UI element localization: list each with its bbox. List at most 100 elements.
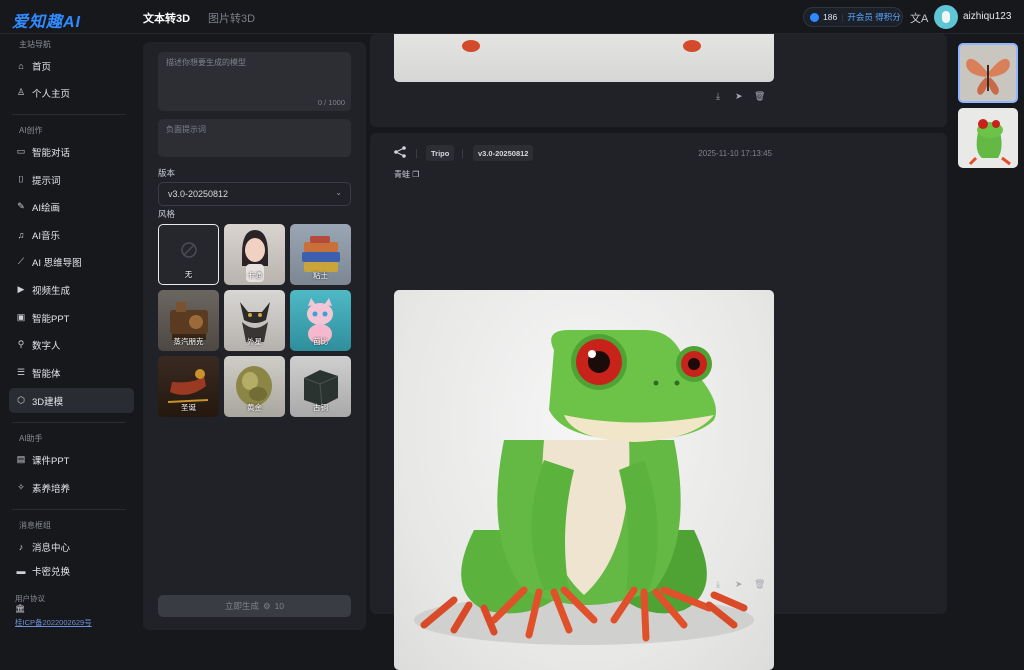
sidebar-item-video[interactable]: ▶ 视频生成	[9, 277, 134, 302]
send-icon[interactable]: ➤	[735, 91, 743, 102]
vip-link[interactable]: 开会员 得积分	[847, 11, 900, 23]
sidebar-item-label: 课件PPT	[32, 455, 70, 467]
style-option-none[interactable]: 无	[158, 224, 219, 285]
sidebar-item-mindmap[interactable]: ⟋ AI 思维导图	[9, 249, 134, 274]
style-option-cartoon[interactable]: 卡通	[224, 224, 285, 285]
sidebar-item-3d-modeling[interactable]: ⬡ 3D建模	[9, 388, 134, 413]
copy-icon[interactable]: ❐	[412, 170, 419, 179]
section-title-messages: 消息框组	[19, 521, 51, 530]
sparkle-icon: ✧	[17, 482, 25, 492]
generate-button[interactable]: 立即生成 ⚙ 10	[158, 595, 351, 617]
style-option-alien[interactable]: 外星	[224, 290, 285, 351]
char-counter: 0 / 1000	[317, 98, 345, 107]
home-icon: ⌂	[18, 60, 24, 71]
avatar[interactable]	[934, 5, 958, 29]
prompt-value: 青蛙	[394, 170, 410, 179]
style-option-bronze[interactable]: 古铜	[290, 356, 351, 417]
prompt-placeholder: 描述你想要生成的模型	[166, 58, 246, 67]
cube-icon: ⬡	[17, 395, 25, 405]
chevron-down-icon: ⌄	[335, 188, 342, 197]
trash-icon[interactable]: 🗑	[754, 579, 765, 590]
frog-feet-image	[462, 40, 701, 52]
prompt-text: 青蛙 ❐	[394, 169, 419, 180]
previous-model-image[interactable]	[394, 34, 774, 82]
section-title-main-nav: 主站导航	[19, 40, 51, 49]
divider	[12, 509, 126, 510]
sidebar-item-label: 消息中心	[32, 542, 71, 554]
person-icon: ⚲	[17, 339, 25, 349]
style-name: 古铜	[313, 403, 328, 412]
sidebar-item-profile[interactable]: ♙ 个人主页	[9, 80, 134, 105]
style-option-barbie[interactable]: 芭比	[290, 290, 351, 351]
history-thumb-butterfly[interactable]	[958, 43, 1018, 103]
sidebar-item-ppt[interactable]: ▣ 智能PPT	[9, 305, 134, 330]
frog-thumb-image	[968, 119, 1011, 166]
divider	[416, 149, 417, 158]
credits-badge[interactable]: 186 | 开会员 得积分	[803, 7, 903, 27]
sidebar-item-ai-music[interactable]: ♫ AI音乐	[9, 222, 134, 247]
sidebar-item-label: 视频生成	[32, 285, 71, 297]
sidebar-item-label: 提示词	[32, 175, 61, 187]
brand-logo[interactable]: 爱知趣AI	[12, 8, 81, 32]
style-option-clay[interactable]: 粘土	[290, 224, 351, 285]
generated-model-image[interactable]	[394, 290, 774, 670]
sidebar-item-agent[interactable]: ☰ 智能体	[9, 360, 134, 385]
user-icon: ♙	[16, 87, 26, 97]
username[interactable]: aizhiqu123	[963, 11, 1011, 22]
negative-prompt-input[interactable]: 负面提示词	[158, 119, 351, 157]
chat-icon: ▭	[16, 146, 26, 156]
police-emblem-icon: 🏛	[15, 604, 26, 613]
style-option-gold[interactable]: 黄金	[224, 356, 285, 417]
user-agreement-link[interactable]: 用户协议	[15, 593, 45, 604]
sidebar-item-chat[interactable]: ▭ 智能对话	[9, 139, 134, 164]
divider: |	[841, 12, 844, 22]
prompt-input[interactable]: 描述你想要生成的模型 0 / 1000	[158, 52, 351, 111]
negative-prompt-placeholder: 负面提示词	[166, 125, 206, 134]
divider	[462, 149, 463, 158]
courseware-icon: ▤	[16, 454, 26, 464]
style-option-steampunk[interactable]: 蒸汽朋克	[158, 290, 219, 351]
version-value: v3.0-20250812	[168, 189, 229, 199]
sidebar-item-prompts[interactable]: ⌷ 提示词	[9, 167, 134, 192]
bookmark-icon: ⌷	[18, 174, 24, 184]
tab-text-to-3d[interactable]: 文本转3D	[143, 10, 190, 26]
style-name: 圣诞	[181, 403, 196, 412]
sidebar-item-literacy[interactable]: ✧ 素养培养	[9, 475, 134, 500]
style-name: 卡通	[247, 271, 262, 280]
sidebar-item-card-redeem[interactable]: ▬ 卡密兑换	[9, 561, 134, 581]
version-select[interactable]: v3.0-20250812 ⌄	[158, 182, 351, 206]
tab-image-to-3d[interactable]: 图片转3D	[208, 10, 255, 26]
style-name: 黄金	[247, 403, 262, 412]
divider	[12, 114, 126, 115]
send-icon[interactable]: ➤	[735, 579, 743, 590]
chart-icon: ⟋	[17, 256, 25, 266]
music-icon: ♫	[17, 229, 25, 240]
result-card: Tripo v3.0-20250812 2025-11-10 17:13:45 …	[370, 133, 947, 670]
sidebar-item-ai-painting[interactable]: ✎ AI绘画	[9, 194, 134, 219]
download-icon[interactable]: ⤓	[716, 579, 720, 590]
style-option-christmas[interactable]: 圣诞	[158, 356, 219, 417]
frog-3d-image	[414, 330, 754, 645]
download-icon[interactable]: ⤓	[716, 91, 720, 102]
translate-icon[interactable]: 文A	[910, 10, 928, 26]
style-name: 粘土	[313, 271, 328, 280]
divider	[12, 422, 126, 423]
style-name: 无	[184, 270, 193, 279]
sidebar-item-label: 智能对话	[32, 147, 71, 159]
sidebar-item-home[interactable]: ⌂ 首页	[9, 53, 134, 78]
results-area: ⤓ ➤ 🗑 Tripo v3.0-20250812 2025-11-10 17:…	[370, 34, 950, 670]
provider-chip: Tripo	[426, 145, 455, 161]
sidebar-item-message-center[interactable]: ♪ 消息中心	[9, 534, 134, 559]
card-icon: ▬	[16, 566, 26, 576]
history-thumb-frog[interactable]	[958, 108, 1018, 168]
style-name: 芭比	[313, 337, 328, 346]
butterfly-image	[966, 58, 1010, 95]
sidebar-item-courseware[interactable]: ▤ 课件PPT	[9, 447, 134, 472]
sidebar-item-label: AI绘画	[32, 202, 60, 214]
icp-link[interactable]: 桂ICP备2022002629号	[15, 617, 92, 628]
share-nodes-icon[interactable]	[394, 146, 406, 158]
top-bar: 爱知趣AI 文本转3D 图片转3D 186 | 开会员 得积分 文A aizhi…	[0, 0, 1024, 34]
trash-icon[interactable]: 🗑	[754, 91, 765, 102]
sidebar: 主站导航 ⌂ 首页 ♙ 个人主页 AI创作 ▭ 智能对话 ⌷ 提示词 ✎ AI绘画 ♫ AI…	[0, 34, 140, 632]
sidebar-item-digital-human[interactable]: ⚲ 数字人	[9, 332, 134, 357]
